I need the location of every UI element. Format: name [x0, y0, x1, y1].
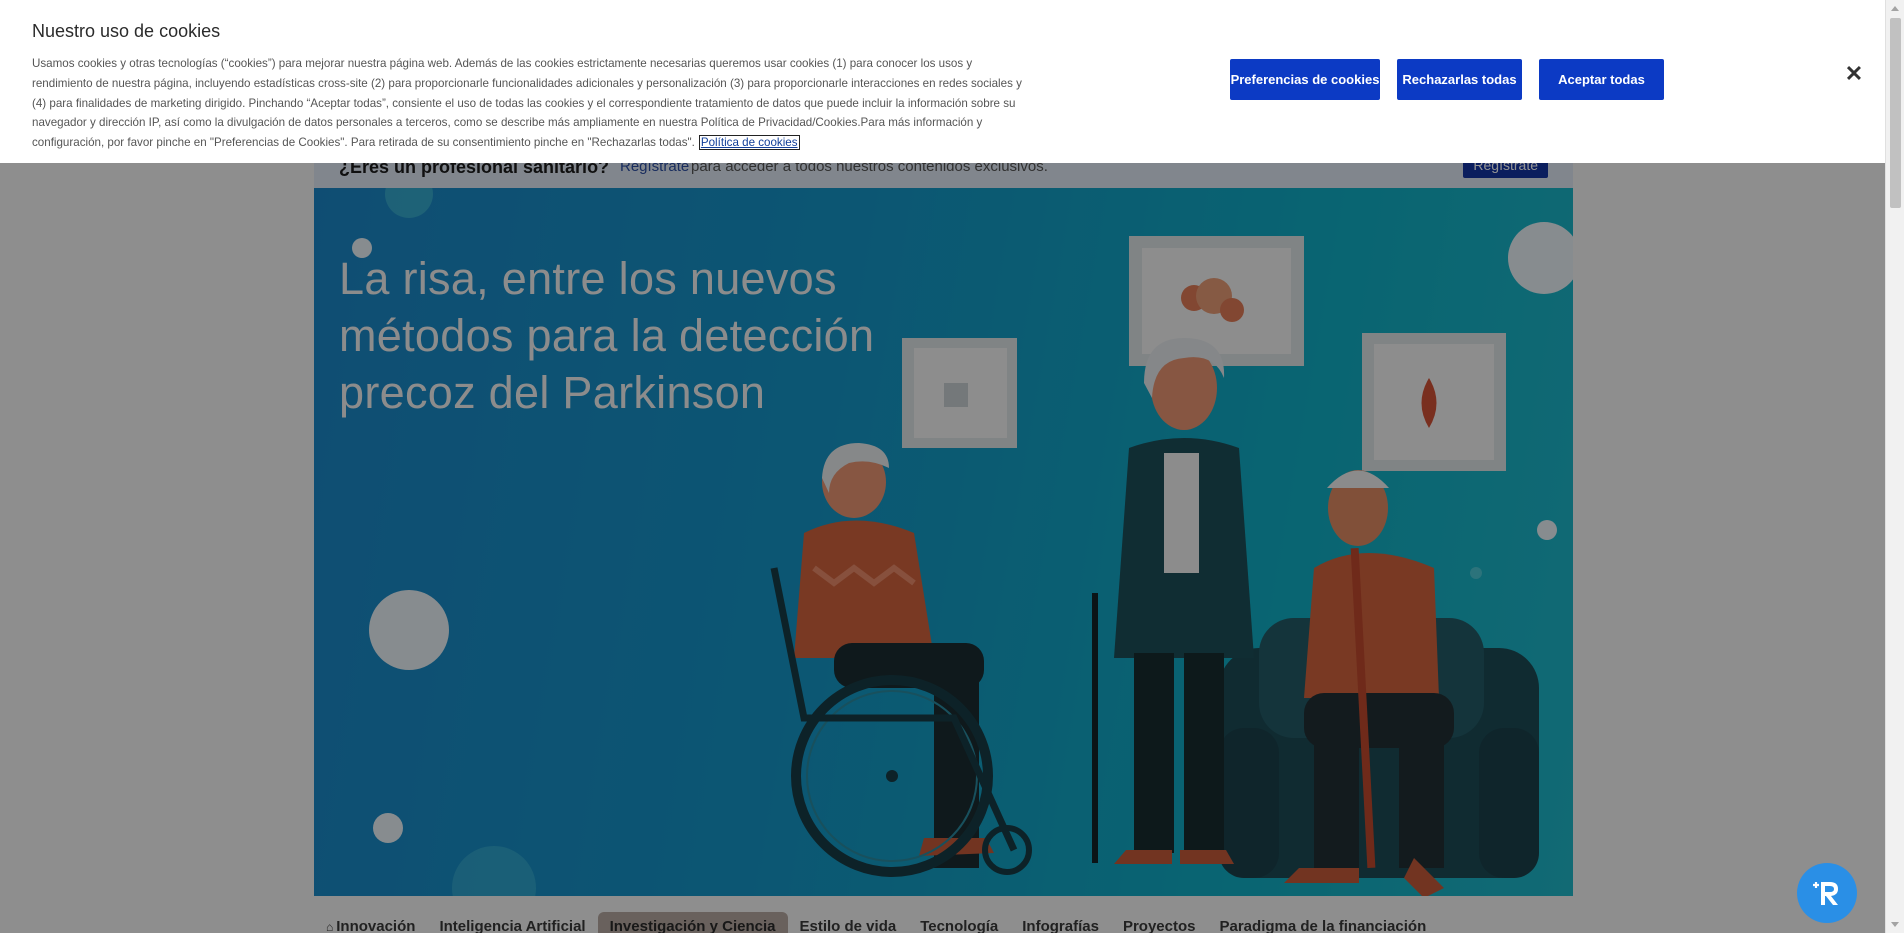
- scrollbar-thumb[interactable]: [1890, 18, 1901, 208]
- cookie-banner: Nuestro uso de cookies Usamos cookies y …: [0, 0, 1885, 163]
- scroll-down-arrow-icon[interactable]: [1891, 922, 1899, 927]
- add-user-icon: [1813, 882, 1838, 905]
- cookie-policy-link[interactable]: Política de cookies: [698, 135, 800, 151]
- accept-all-button[interactable]: Aceptar todas: [1539, 59, 1664, 100]
- vertical-scrollbar[interactable]: [1885, 0, 1904, 933]
- reject-all-button[interactable]: Rechazarlas todas: [1397, 59, 1522, 100]
- floating-add-user-button[interactable]: [1797, 863, 1857, 923]
- cookie-description: Usamos cookies y otras tecnologías (“coo…: [32, 57, 1022, 150]
- cookie-preferences-button[interactable]: Preferencias de cookies: [1230, 59, 1380, 100]
- scroll-up-arrow-icon[interactable]: [1891, 6, 1899, 11]
- cookie-banner-text: Usamos cookies y otras tecnologías (“coo…: [32, 54, 1022, 153]
- cookie-banner-title: Nuestro uso de cookies: [32, 21, 221, 41]
- close-icon[interactable]: ✕: [1843, 63, 1865, 85]
